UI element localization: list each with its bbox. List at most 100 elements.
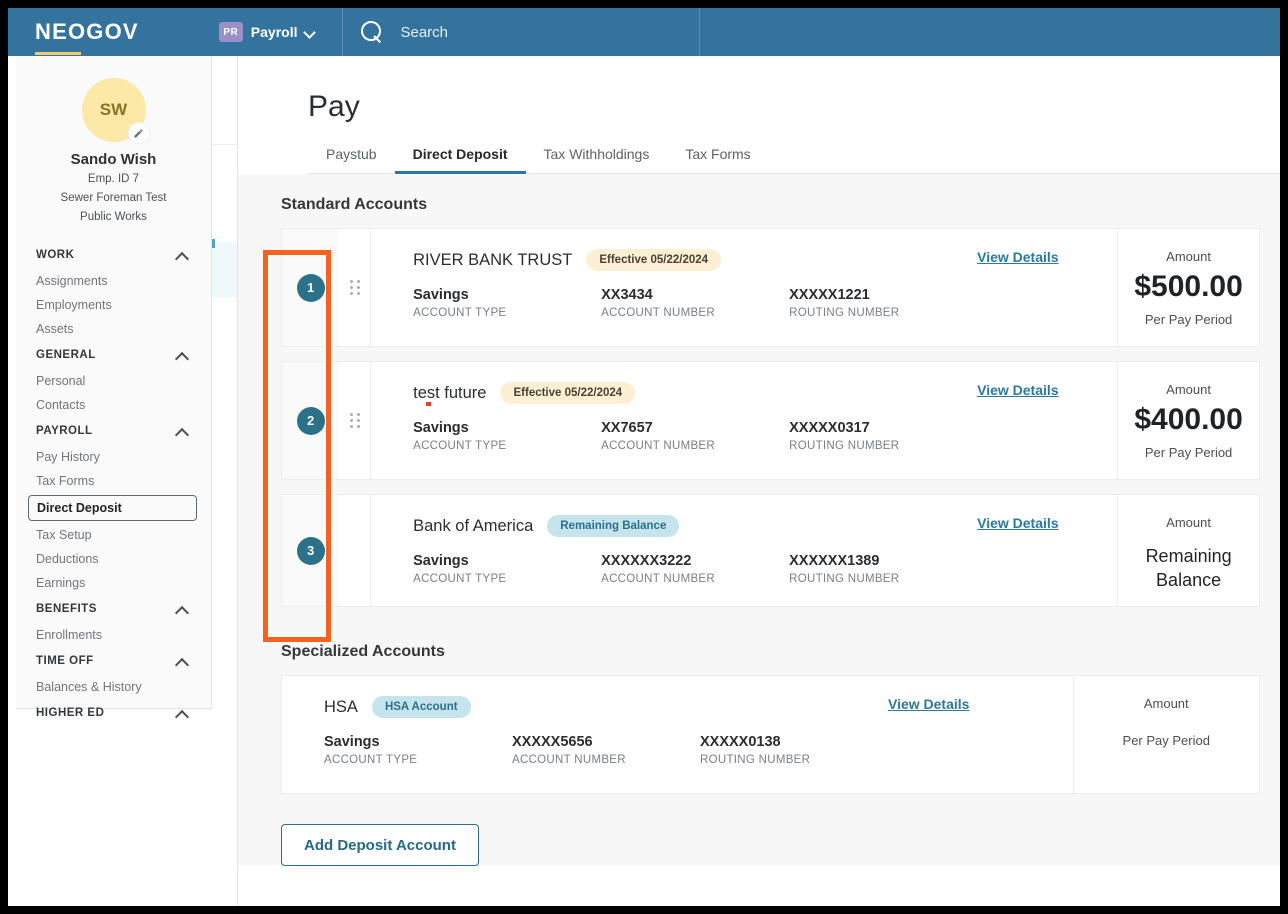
amount-label: Amount xyxy=(1143,696,1189,711)
sidebar-item-enrollments[interactable]: Enrollments xyxy=(16,623,211,647)
routing-number-label: ROUTING NUMBER xyxy=(789,307,900,319)
amount-frequency: Per Pay Period xyxy=(1122,733,1210,748)
field-account-number: XXXXXX3222 ACCOUNT NUMBER xyxy=(601,553,789,585)
account-order-column: 3 xyxy=(282,495,340,606)
account-type-label: ACCOUNT TYPE xyxy=(324,754,418,766)
drag-dots-icon xyxy=(349,280,360,295)
sidebar-item-personal[interactable]: Personal xyxy=(16,369,211,393)
field-account-type: Savings ACCOUNT TYPE xyxy=(413,420,601,452)
sidebar-navigation: WORK Assignments Employments Assets GENE… xyxy=(16,241,211,727)
amount-label: Amount xyxy=(1166,249,1211,264)
add-deposit-account-button[interactable]: Add Deposit Account xyxy=(281,824,479,866)
account-card[interactable]: HSA HSA Account Savings ACCOUNT TYPE XXX… xyxy=(281,675,1260,794)
account-type-value: Savings xyxy=(413,420,469,436)
tab-tax-forms[interactable]: Tax Forms xyxy=(667,146,768,173)
amount-column: Amount $500.00 Per Pay Period xyxy=(1117,229,1259,346)
specialized-accounts-list: HSA HSA Account Savings ACCOUNT TYPE XXX… xyxy=(238,661,1280,794)
tab-bar: Paystub Direct Deposit Tax Withholdings … xyxy=(308,146,1280,174)
sidebar-item-contacts[interactable]: Contacts xyxy=(16,393,211,417)
account-number-label: ACCOUNT NUMBER xyxy=(512,754,626,766)
sidebar-group-general[interactable]: GENERAL xyxy=(16,341,211,369)
search-bar[interactable]: Search xyxy=(342,8,701,56)
routing-number-label: ROUTING NUMBER xyxy=(789,440,900,452)
sidebar-group-higher-ed[interactable]: HIGHER ED xyxy=(16,699,211,727)
view-details-column: View Details xyxy=(977,229,1117,346)
search-input[interactable]: Search xyxy=(400,24,448,41)
specialized-accounts-heading: Specialized Accounts xyxy=(281,643,445,660)
profile-emp-id: Emp. ID 7 xyxy=(87,173,140,185)
sidebar-item-balances-history[interactable]: Balances & History xyxy=(16,675,211,699)
neogov-logo[interactable]: NEOGOV xyxy=(35,19,139,45)
tab-direct-deposit[interactable]: Direct Deposit xyxy=(394,146,526,174)
view-details-column: View Details xyxy=(977,495,1117,606)
account-details: RIVER BANK TRUST Effective 05/22/2024 Sa… xyxy=(371,229,977,346)
sidebar-group-label: PAYROLL xyxy=(36,425,93,437)
drag-handle[interactable] xyxy=(339,229,372,346)
view-details-link[interactable]: View Details xyxy=(977,382,1058,479)
sidebar-item-earnings[interactable]: Earnings xyxy=(16,571,211,595)
sidebar-group-work[interactable]: WORK xyxy=(16,241,211,269)
account-card[interactable]: 3 Bank of America Remaining Balance Savi… xyxy=(281,494,1260,607)
sidebar-group-payroll[interactable]: PAYROLL xyxy=(16,417,211,445)
drag-handle-placeholder xyxy=(339,495,372,606)
amount-column: Amount Per Pay Period xyxy=(1072,676,1260,793)
account-order-column: 1 xyxy=(282,229,340,346)
account-type-label: ACCOUNT TYPE xyxy=(413,307,507,319)
view-details-link[interactable]: View Details xyxy=(977,249,1058,346)
view-details-link[interactable]: View Details xyxy=(977,515,1058,606)
drag-handle[interactable] xyxy=(339,362,372,479)
avatar-container[interactable]: SW xyxy=(81,78,150,144)
sidebar-item-employments[interactable]: Employments xyxy=(16,293,211,317)
sidebar-item-tax-setup[interactable]: Tax Setup xyxy=(16,523,211,547)
sidebar-item-direct-deposit[interactable]: Direct Deposit xyxy=(28,495,197,521)
sidebar-group-label: BENEFITS xyxy=(36,603,97,615)
drag-dots-icon xyxy=(349,413,360,428)
amount-label: Amount xyxy=(1166,382,1211,397)
account-details: test future Effective 05/22/2024 Savings… xyxy=(371,362,977,479)
account-number-value: XXXXX5656 xyxy=(512,734,593,750)
account-order-column: 2 xyxy=(282,362,340,479)
chevron-up-icon xyxy=(176,351,189,360)
account-header: RIVER BANK TRUST Effective 05/22/2024 xyxy=(413,249,977,271)
routing-number-value: XXXXX0138 xyxy=(700,734,781,750)
field-routing-number: XXXXX1221 ROUTING NUMBER xyxy=(789,287,977,319)
search-icon xyxy=(361,20,384,44)
routing-number-value: XXXXXX1389 xyxy=(789,553,880,569)
sidebar-item-deductions[interactable]: Deductions xyxy=(16,547,211,571)
account-card[interactable]: 2 test future Effective 05/22/2024 Savin… xyxy=(281,361,1260,480)
status-badge: Effective 05/22/2024 xyxy=(586,249,722,271)
sidebar-item-pay-history[interactable]: Pay History xyxy=(16,445,211,469)
field-account-type: Savings ACCOUNT TYPE xyxy=(413,553,601,585)
tab-paystub[interactable]: Paystub xyxy=(308,146,395,173)
amount-column: Amount Remaining Balance xyxy=(1117,495,1259,606)
app-window: NEOGOV PR Payroll Search SW Sando Wish E… xyxy=(8,8,1280,906)
account-details: HSA HSA Account Savings ACCOUNT TYPE XXX… xyxy=(282,676,888,793)
edit-avatar-button[interactable] xyxy=(127,122,150,144)
sidebar-group-label: TIME OFF xyxy=(36,655,94,667)
main-content: Pay Paystub Direct Deposit Tax Withholdi… xyxy=(237,56,1280,906)
direct-deposit-panel: Standard Accounts 1 RIVER BANK TRUST Eff… xyxy=(238,174,1280,866)
sidebar-group-label: WORK xyxy=(36,249,75,261)
tab-tax-withholdings[interactable]: Tax Withholdings xyxy=(526,146,668,173)
standard-accounts-heading: Standard Accounts xyxy=(281,196,428,213)
account-card[interactable]: 1 RIVER BANK TRUST Effective 05/22/2024 … xyxy=(281,228,1260,347)
field-account-number: XXXXX5656 ACCOUNT NUMBER xyxy=(512,734,700,766)
field-account-type: Savings ACCOUNT TYPE xyxy=(324,734,512,766)
pencil-icon xyxy=(134,128,143,138)
account-fields: Savings ACCOUNT TYPE XXXXX5656 ACCOUNT N… xyxy=(324,734,888,766)
logo-underline xyxy=(35,52,81,55)
chevron-up-icon xyxy=(176,427,189,436)
account-type-label: ACCOUNT TYPE xyxy=(413,440,507,452)
account-details: Bank of America Remaining Balance Saving… xyxy=(371,495,977,606)
sidebar-group-time-off[interactable]: TIME OFF xyxy=(16,647,211,675)
account-type-value: Savings xyxy=(413,287,469,303)
app-switcher[interactable]: PR Payroll xyxy=(218,22,317,42)
chevron-up-icon xyxy=(176,709,189,718)
amount-value: $500.00 xyxy=(1134,270,1243,303)
sidebar-item-assets[interactable]: Assets xyxy=(16,317,211,341)
view-details-link[interactable]: View Details xyxy=(888,696,969,793)
sidebar-item-tax-forms[interactable]: Tax Forms xyxy=(16,469,211,493)
amount-value: $400.00 xyxy=(1134,403,1243,436)
sidebar-item-assignments[interactable]: Assignments xyxy=(16,269,211,293)
sidebar-group-benefits[interactable]: BENEFITS xyxy=(16,595,211,623)
